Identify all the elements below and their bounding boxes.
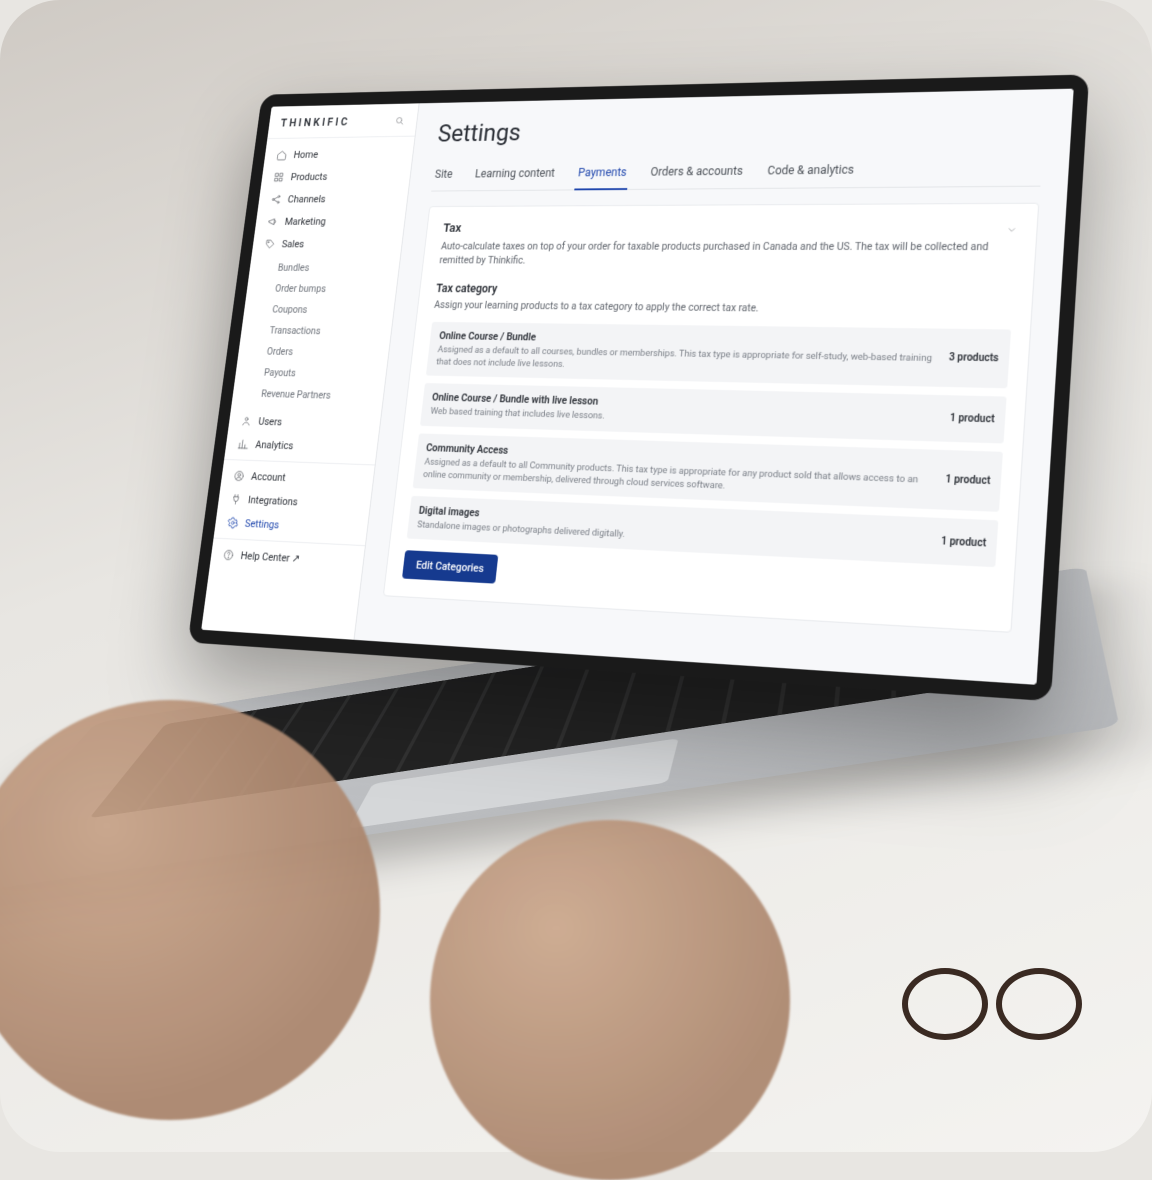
settings-tabs: Site Learning content Payments Orders & …: [431, 153, 1042, 192]
sidebar-item-label: Help Center ↗: [240, 549, 301, 565]
brand-logo: THINKIFIC: [280, 115, 351, 129]
category-count: 1 product: [949, 413, 994, 426]
sidebar-item-label: Users: [258, 415, 283, 428]
tax-category-row: Online Course / Bundle with live lesson …: [420, 383, 1007, 443]
tab-learning-content[interactable]: Learning content: [472, 159, 559, 190]
gear-icon: [227, 516, 240, 529]
sidebar-item-label: Channels: [287, 193, 326, 205]
tag-icon: [264, 238, 276, 250]
category-count: 3 products: [948, 352, 999, 364]
sidebar-item-help[interactable]: Help Center ↗: [210, 542, 365, 574]
help-icon: [222, 549, 235, 562]
category-desc: Assigned as a default to all courses, bu…: [436, 343, 933, 378]
tax-category-row: Online Course / Bundle Assigned as a def…: [426, 322, 1011, 389]
main-content: Settings Site Learning content Payments …: [354, 89, 1073, 685]
search-icon[interactable]: [394, 115, 405, 126]
tax-category-description: Assign your learning products to a tax c…: [433, 298, 1012, 319]
account-icon: [233, 470, 245, 483]
plug-icon: [230, 493, 243, 506]
chart-icon: [237, 438, 249, 450]
eyeglasses: [902, 962, 1082, 1042]
page-title: Settings: [436, 109, 1045, 148]
tab-code-analytics[interactable]: Code & analytics: [764, 155, 857, 188]
sub-transactions[interactable]: Transactions: [240, 319, 392, 342]
sidebar-item-label: Analytics: [255, 439, 294, 452]
app-screen: THINKIFIC Home Products Channels: [188, 74, 1090, 701]
user-icon: [240, 415, 252, 427]
sidebar-item-marketing[interactable]: Marketing: [255, 210, 406, 233]
edit-categories-button[interactable]: Edit Categories: [402, 551, 498, 584]
chevron-down-icon[interactable]: [1006, 224, 1018, 236]
category-count: 1 product: [941, 536, 987, 550]
tax-category-heading: Tax category: [435, 282, 1014, 300]
sidebar-item-home[interactable]: Home: [264, 142, 414, 166]
tax-card: Tax Auto-calculate taxes on top of your …: [383, 203, 1040, 634]
sidebar-item-analytics[interactable]: Analytics: [225, 432, 378, 461]
products-icon: [273, 171, 285, 183]
category-count: 1 product: [945, 474, 991, 487]
tax-description: Auto-calculate taxes on top of your orde…: [439, 239, 1007, 270]
sales-submenu: Bundles Order bumps Coupons Transactions…: [231, 255, 400, 413]
sidebar-item-sales[interactable]: Sales: [252, 233, 403, 256]
tax-heading: Tax: [442, 220, 1007, 236]
sub-bundles[interactable]: Bundles: [249, 257, 400, 279]
megaphone-icon: [267, 216, 279, 228]
hand-right: [430, 820, 790, 1180]
tab-orders-accounts[interactable]: Orders & accounts: [647, 157, 746, 189]
sidebar-item-label: Sales: [281, 238, 305, 250]
home-icon: [276, 149, 288, 161]
sidebar-item-label: Account: [250, 470, 286, 484]
channels-icon: [270, 194, 282, 206]
sub-order-bumps[interactable]: Order bumps: [246, 278, 398, 300]
sidebar-item-channels[interactable]: Channels: [258, 187, 409, 210]
sub-revenue-partners[interactable]: Revenue Partners: [232, 382, 385, 407]
sidebar-item-label: Integrations: [247, 494, 298, 508]
sidebar-item-label: Settings: [244, 517, 280, 531]
tab-payments[interactable]: Payments: [574, 158, 629, 190]
sub-coupons[interactable]: Coupons: [243, 299, 395, 322]
tab-site[interactable]: Site: [431, 160, 456, 190]
sidebar-item-label: Home: [293, 149, 319, 161]
brand-bar: THINKIFIC: [267, 103, 418, 139]
sidebar-item-products[interactable]: Products: [261, 165, 412, 189]
sub-orders[interactable]: Orders: [237, 340, 389, 364]
sidebar-item-label: Marketing: [284, 216, 326, 228]
laptop-screen-frame: THINKIFIC Home Products Channels: [188, 74, 1090, 701]
sidebar-item-label: Products: [290, 171, 328, 183]
